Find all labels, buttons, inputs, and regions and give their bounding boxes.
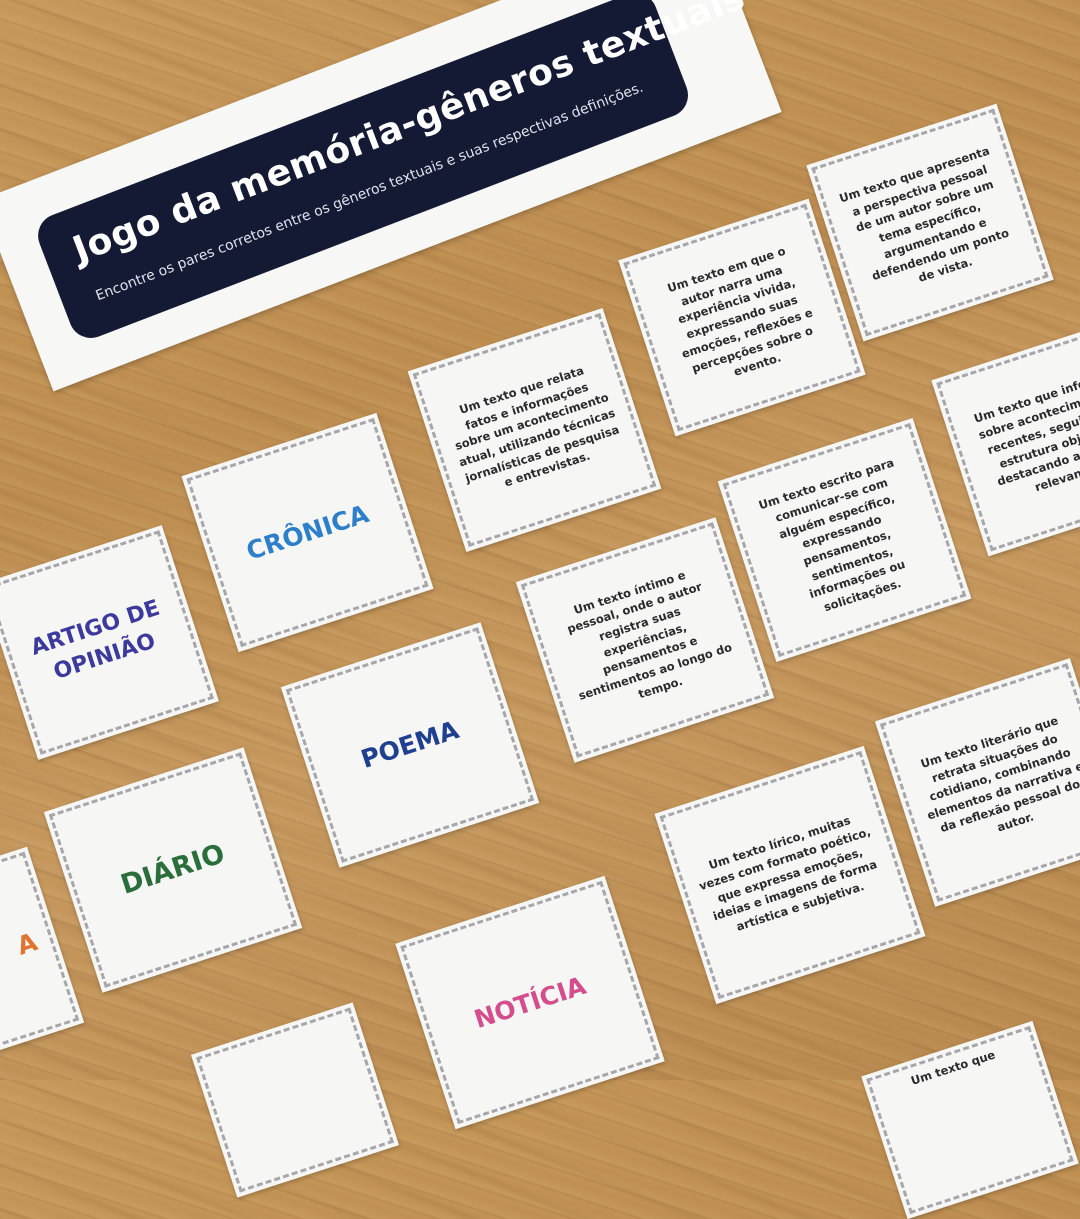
- card-def-relato-text: Um texto em que o autor narra uma experi…: [665, 243, 815, 379]
- card-diario[interactable]: DIÁRIO: [43, 747, 303, 993]
- card-label-noticia: NOTÍCIA: [470, 970, 590, 1034]
- card-partial-bottom[interactable]: [190, 1002, 400, 1198]
- card-def-carta-text: Um texto escrito para comunicar-se com a…: [756, 455, 907, 615]
- banner-subtitle: Encontre os pares corretos entre os gêne…: [93, 79, 646, 305]
- card-def-cronica[interactable]: Um texto literário que retrata situações…: [874, 658, 1080, 907]
- card-label-diario: DIÁRIO: [117, 838, 229, 901]
- card-def-poema-text: Um texto lírico, muitas vezes com format…: [697, 813, 879, 934]
- card-def-cronica-text: Um texto literário que retrata situações…: [918, 713, 1080, 836]
- card-def-bottom-partial[interactable]: Um texto que: [861, 1020, 1079, 1219]
- card-def-noticia[interactable]: Um texto que relata fatos e informações …: [407, 307, 662, 553]
- card-label-partial-left: A: [13, 926, 41, 961]
- card-def-noticia-text: Um texto que relata fatos e informações …: [453, 363, 621, 490]
- card-poema[interactable]: POEMA: [280, 622, 540, 868]
- card-def-diario-text: Um texto íntimo e pessoal, onde o autor …: [565, 567, 734, 703]
- card-label-artigo: ARTIGO DE OPINIÃO: [27, 595, 163, 685]
- tabletop-scene: Jogo da memória-gêneros textuais Encontr…: [0, 0, 1080, 1219]
- banner-title-box: Jogo da memória-gêneros textuais Encontr…: [31, 0, 751, 345]
- card-def-bottom-partial-text: Um texto que: [909, 1047, 997, 1088]
- banner-title: Jogo da memória-gêneros textuais: [67, 0, 751, 272]
- card-def-carta[interactable]: Um texto escrito para comunicar-se com a…: [717, 417, 972, 663]
- card-def-artigo-text: Um texto que apresenta a perspectiva pes…: [837, 143, 1011, 286]
- card-label-cronica: CRÔNICA: [242, 498, 373, 566]
- card-noticia[interactable]: NOTÍCIA: [395, 875, 665, 1130]
- card-def-reportagem-text: Um texto que informa sobre acontecimento…: [972, 368, 1080, 495]
- card-def-poema[interactable]: Um texto lírico, muitas vezes com format…: [654, 745, 926, 1005]
- card-def-reportagem[interactable]: Um texto que informa sobre acontecimento…: [931, 318, 1080, 557]
- card-artigo-de-opiniao[interactable]: ARTIGO DE OPINIÃO: [0, 525, 219, 760]
- card-label-poema: POEMA: [357, 715, 463, 775]
- card-def-diario[interactable]: Um texto íntimo e pessoal, onde o autor …: [515, 517, 775, 763]
- card-cronica[interactable]: CRÔNICA: [181, 412, 434, 653]
